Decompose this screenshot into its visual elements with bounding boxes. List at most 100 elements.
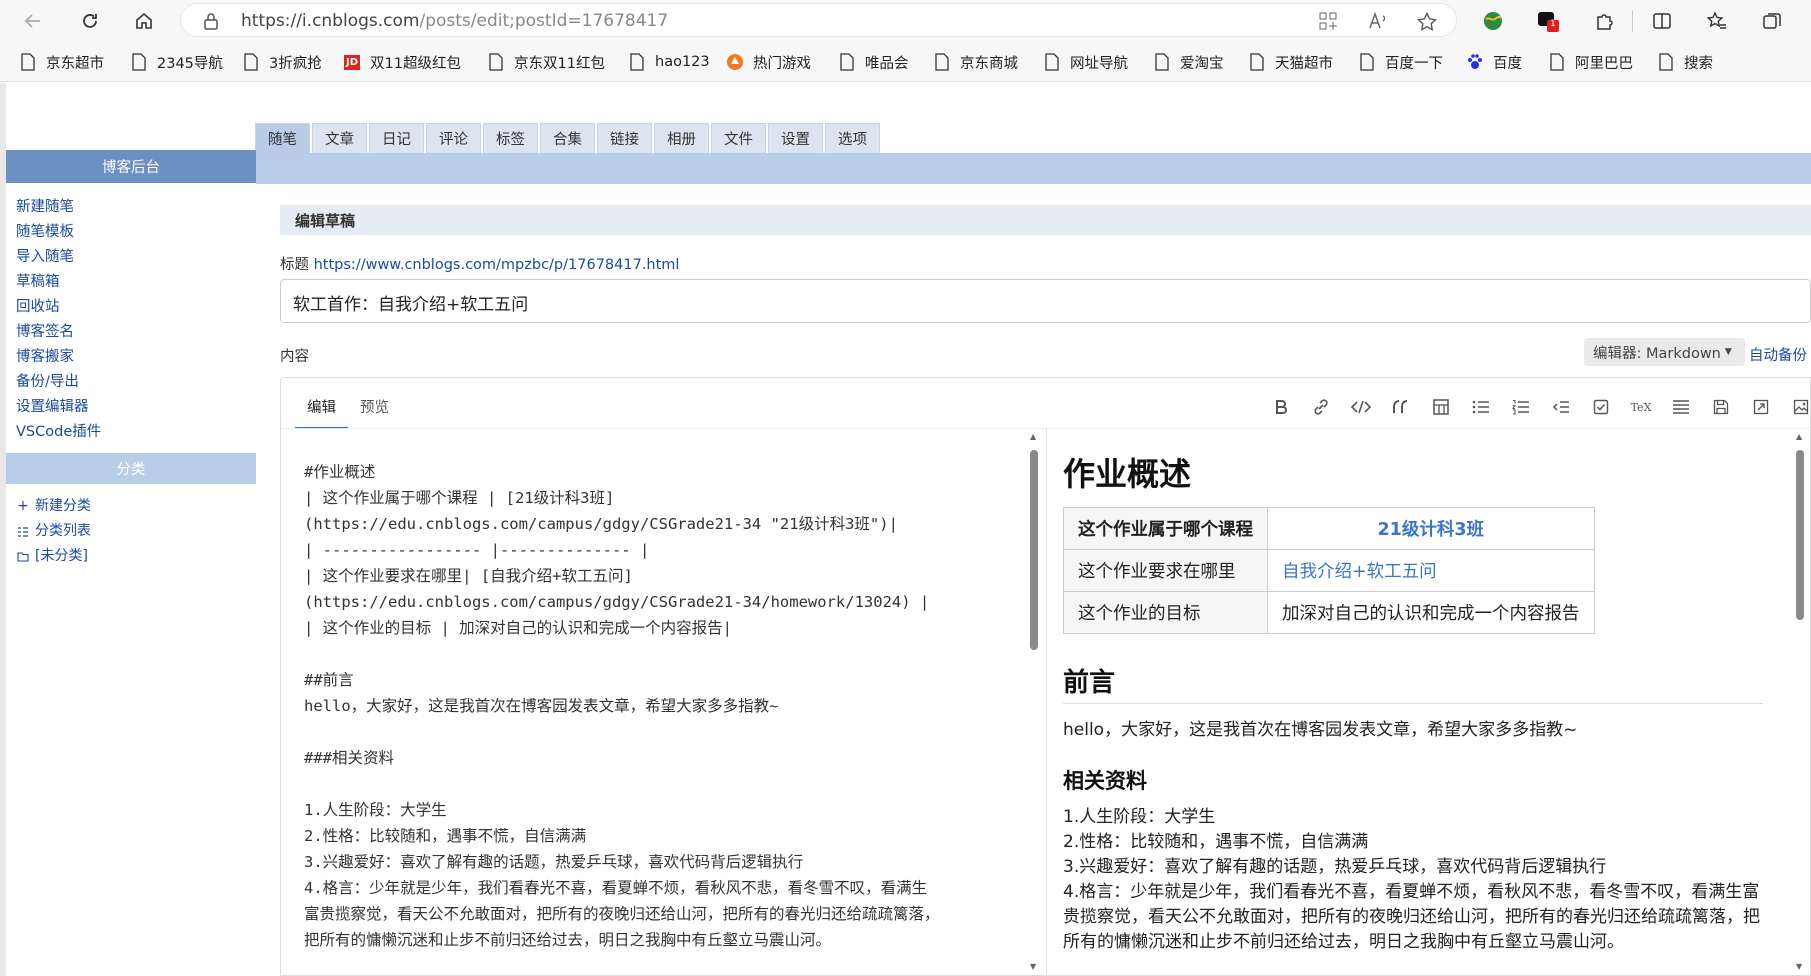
bookmark-item[interactable]: 热门游戏 (726, 50, 811, 74)
save-icon[interactable] (1701, 394, 1741, 420)
indent-icon[interactable] (1541, 394, 1581, 420)
extension-notification-icon[interactable]: 1 (1533, 6, 1563, 36)
tab-comments[interactable]: 评论 (426, 123, 481, 153)
sidebar-item-backup-export[interactable]: 备份/导出 (16, 370, 246, 395)
bookmark-item[interactable]: 百度一下 (1358, 50, 1443, 74)
bold-icon[interactable] (1261, 394, 1301, 420)
table-row: 这个作业的目标 加深对自己的认识和完成一个内容报告 (1063, 591, 1595, 634)
extensions-puzzle-icon[interactable] (1589, 6, 1619, 36)
table-icon[interactable] (1421, 394, 1461, 420)
collections-icon[interactable] (1757, 6, 1787, 36)
app-grid-icon[interactable] (1319, 12, 1337, 30)
tab-files[interactable]: 文件 (711, 123, 766, 153)
markdown-source-pane[interactable]: #作业概述 | 这个作业属于哪个课程 | [21级计科3班] (https://… (281, 428, 1046, 976)
sidebar-item-editor-settings[interactable]: 设置编辑器 (16, 395, 246, 420)
refresh-icon (83, 14, 97, 28)
tab-settings[interactable]: 设置 (768, 123, 823, 153)
sidebar-item-post-template[interactable]: 随笔模板 (16, 220, 246, 245)
tab-articles[interactable]: 文章 (312, 123, 367, 153)
tex-icon[interactable]: TeX (1621, 394, 1661, 420)
tab-collections[interactable]: 合集 (540, 123, 595, 153)
bookmark-item[interactable]: 京东超市 (19, 50, 104, 74)
content-label: 内容 (280, 349, 309, 365)
tab-posts[interactable]: 随笔 (255, 123, 310, 153)
sidebar-title: 博客后台 (6, 150, 256, 183)
table-cell: 这个作业要求在哪里 (1063, 549, 1268, 592)
refresh-button[interactable] (74, 6, 106, 36)
home-button[interactable] (128, 6, 160, 36)
bookmark-item[interactable]: 京东商城 (933, 50, 1018, 74)
bookmark-item[interactable]: JD 双11超级红包 (343, 50, 461, 74)
bookmark-item[interactable]: 京东双11红包 (487, 50, 605, 74)
page-icon (19, 52, 37, 72)
bookmark-item[interactable]: 百度 (1466, 50, 1522, 74)
extension-globe-icon[interactable] (1478, 6, 1508, 36)
page-icon (1358, 52, 1376, 72)
favorite-star-icon[interactable] (1417, 12, 1437, 32)
code-icon[interactable] (1341, 394, 1381, 420)
editor-toolbar: TeX (1261, 394, 1811, 420)
jd-logo-icon: JD (343, 54, 361, 70)
checkbox-icon[interactable] (1581, 394, 1621, 420)
new-category-link[interactable]: + 新建分类 (16, 494, 246, 519)
folder-icon (16, 551, 30, 562)
tab-diary[interactable]: 日记 (369, 123, 424, 153)
page-icon (1548, 52, 1566, 72)
sidebar-item-recycle-bin[interactable]: 回收站 (16, 295, 246, 320)
main-tabs: 随笔 文章 日记 评论 标签 合集 链接 相册 文件 设置 选项 (255, 123, 880, 153)
bookmark-item[interactable]: 搜索 (1657, 50, 1713, 74)
uncategorized-link[interactable]: [未分类] (16, 544, 246, 569)
image-icon[interactable] (1781, 394, 1811, 420)
split-screen-icon[interactable] (1647, 6, 1677, 36)
autosave-link[interactable]: 自动备份 (1749, 344, 1807, 365)
tab-preview[interactable]: 预览 (348, 396, 401, 429)
sidebar-item-blog-move[interactable]: 博客搬家 (16, 345, 246, 370)
fullscreen-icon[interactable] (1741, 394, 1781, 420)
bookmark-item[interactable]: 唯品会 (838, 50, 909, 74)
tab-options[interactable]: 选项 (825, 123, 880, 153)
align-icon[interactable] (1661, 394, 1701, 420)
category-list-link[interactable]: 分类列表 (16, 519, 246, 544)
back-button[interactable] (17, 6, 49, 36)
favorites-icon[interactable] (1702, 6, 1732, 36)
link-icon[interactable] (1301, 394, 1341, 420)
table-row: 这个作业要求在哪里 自我介绍+软工五问 (1063, 549, 1595, 592)
tab-underbar (255, 153, 1811, 184)
sidebar-item-blog-signature[interactable]: 博客签名 (16, 320, 246, 345)
tab-albums[interactable]: 相册 (654, 123, 709, 153)
bookmark-item[interactable]: hao123 (628, 50, 710, 74)
bookmark-item[interactable]: 阿里巴巴 (1548, 50, 1633, 74)
address-bar[interactable]: https://i.cnblogs.com/posts/edit;postId=… (180, 3, 1457, 37)
title-input[interactable]: 软工首作：自我介绍+软工五问 (280, 279, 1811, 323)
sidebar-item-drafts[interactable]: 草稿箱 (16, 270, 246, 295)
source-scrollbar[interactable]: ▲ ▼ (1025, 428, 1043, 976)
preview-scrollbar[interactable]: ▲ ▼ (1791, 428, 1809, 976)
bookmark-item[interactable]: 网址导航 (1043, 50, 1128, 74)
chevron-down-icon: ▼ (1724, 347, 1732, 357)
homework-link[interactable]: 自我介绍+软工五问 (1282, 562, 1437, 582)
bookmark-item[interactable]: 爱淘宝 (1153, 50, 1224, 74)
sidebar-item-vscode-plugin[interactable]: VSCode插件 (16, 420, 246, 445)
bookmark-item[interactable]: 天猫超市 (1248, 50, 1333, 74)
tab-links[interactable]: 链接 (597, 123, 652, 153)
bookmark-item[interactable]: 2345导航 (130, 50, 223, 74)
preview-heading-1: 作业概述 (1063, 455, 1192, 493)
page-icon (933, 52, 951, 72)
post-url-link[interactable]: https://www.cnblogs.com/mpzbc/p/17678417… (314, 257, 680, 273)
bullet-list-icon[interactable] (1461, 394, 1501, 420)
quote-icon[interactable] (1381, 394, 1421, 420)
tab-tags[interactable]: 标签 (483, 123, 538, 153)
sidebar-item-new-post[interactable]: 新建随笔 (16, 195, 246, 220)
ordered-list-icon[interactable] (1501, 394, 1541, 420)
back-arrow-icon (24, 14, 40, 28)
markdown-source-text[interactable]: #作业概述 | 这个作业属于哪个课程 | [21级计科3班] (https://… (304, 459, 940, 953)
course-link[interactable]: 21级计科3班 (1377, 520, 1484, 540)
table-cell: 21级计科3班 (1267, 507, 1595, 550)
markdown-preview-pane: 作业概述 这个作业属于哪个课程 21级计科3班 这个作业要求在哪里 自我介绍+软… (1047, 428, 1811, 976)
editor-type-select[interactable]: 编辑器: Markdown ▼ (1584, 338, 1745, 366)
read-aloud-icon[interactable] (1368, 12, 1390, 30)
sidebar-item-import-post[interactable]: 导入随笔 (16, 245, 246, 270)
title-label: 标题 https://www.cnblogs.com/mpzbc/p/17678… (280, 257, 680, 273)
tab-edit[interactable]: 编辑 (295, 396, 348, 429)
bookmark-item[interactable]: 3折疯抢 (242, 50, 322, 74)
